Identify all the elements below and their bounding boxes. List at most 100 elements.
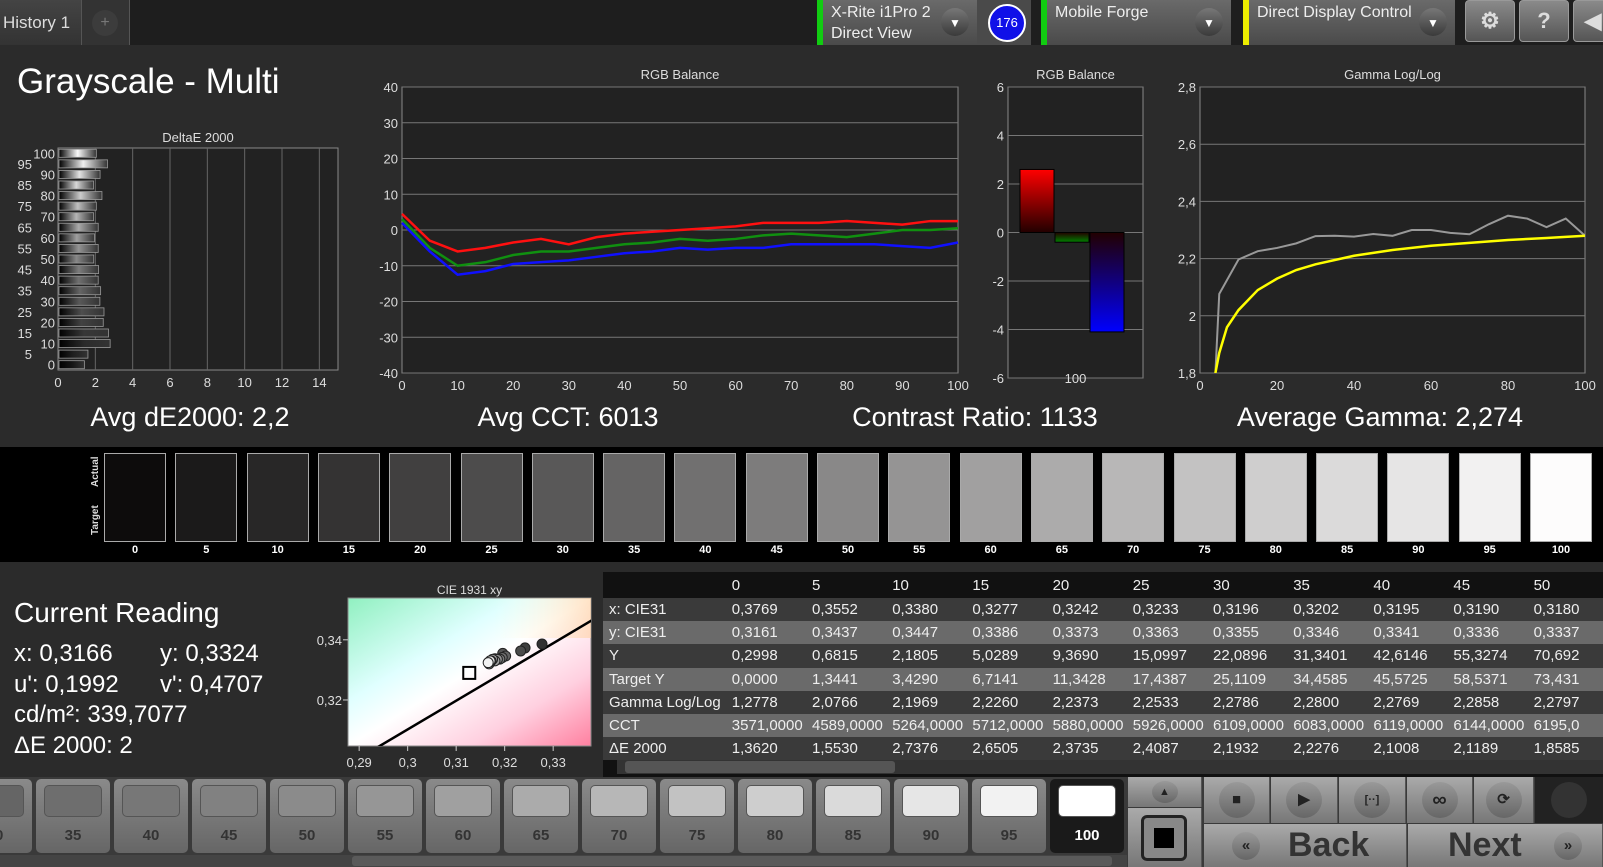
- play-button[interactable]: ▶: [1271, 777, 1338, 823]
- patch-preview: [122, 785, 180, 817]
- scrollbar-thumb[interactable]: [625, 761, 895, 773]
- swatch-10[interactable]: [246, 453, 309, 542]
- y-tick-label: 6: [997, 80, 1004, 95]
- patch-tile-70[interactable]: 70: [582, 779, 656, 853]
- next-button[interactable]: Next »: [1408, 824, 1603, 867]
- tab-history-1[interactable]: History 1: [0, 0, 82, 45]
- patch-tile-90[interactable]: 90: [894, 779, 968, 853]
- swatch-20[interactable]: [389, 453, 452, 542]
- swatch-65[interactable]: [1030, 453, 1093, 542]
- collapse-button[interactable]: ◀: [1573, 0, 1603, 42]
- table-cell: 2,1008: [1367, 737, 1448, 761]
- tiles-scrollbar[interactable]: [0, 855, 1127, 867]
- patch-tile-55[interactable]: 55: [348, 779, 422, 853]
- reading-v: v': 0,4707: [160, 671, 264, 698]
- swatch-50[interactable]: [817, 453, 879, 542]
- help-button[interactable]: ?: [1519, 0, 1569, 42]
- display-dropdown[interactable]: Direct Display Control ▼: [1243, 0, 1455, 45]
- green-balance-bar: [1054, 232, 1090, 243]
- generator-dropdown[interactable]: Mobile Forge ▼: [1041, 0, 1231, 45]
- y-tick-label: 35: [18, 284, 32, 299]
- patch-tile-95[interactable]: 95: [972, 779, 1046, 853]
- scrollbar-thumb[interactable]: [352, 856, 1112, 866]
- swatch-100[interactable]: [1530, 453, 1592, 542]
- swatch-label: 45: [770, 544, 783, 556]
- table-cell: 0,3195: [1367, 598, 1448, 622]
- deltae-bar: [58, 296, 101, 306]
- swatch-70[interactable]: [1102, 453, 1165, 542]
- patch-label: 60: [454, 827, 472, 844]
- y-tick-label: 50: [41, 252, 55, 267]
- table-cell: 0,3341: [1367, 621, 1448, 645]
- stop-button[interactable]: ■: [1204, 777, 1270, 823]
- swatch-55[interactable]: [888, 453, 951, 542]
- refresh-button[interactable]: ⟳: [1474, 777, 1534, 823]
- patch-tile-100[interactable]: 100: [1050, 779, 1124, 853]
- continuous-button[interactable]: ∞: [1407, 777, 1473, 823]
- patch-tile-40[interactable]: 40: [114, 779, 188, 853]
- table-cell: 4589,0000: [805, 713, 887, 738]
- stop-measure-button[interactable]: [1128, 808, 1202, 867]
- swatch-80[interactable]: [1244, 453, 1307, 542]
- bracket-icon: [··]: [1354, 782, 1390, 818]
- table-scrollbar[interactable]: [617, 760, 1603, 774]
- swatch-25[interactable]: [460, 453, 523, 542]
- swatch-30[interactable]: [531, 453, 594, 542]
- x-tick-label: 0,31: [444, 755, 469, 770]
- table-cell: 2,1805: [886, 644, 967, 668]
- avg-de-stat: Avg dE2000: 2,2: [90, 402, 290, 432]
- patch-tile-45[interactable]: 45: [192, 779, 266, 853]
- table-cell: 2,2373: [1046, 690, 1127, 714]
- y-tick-label: 10: [41, 337, 55, 352]
- column-header: 5: [805, 572, 887, 598]
- swatch-85[interactable]: [1316, 453, 1379, 542]
- swatch-45[interactable]: [745, 453, 808, 542]
- swatch-35[interactable]: [603, 453, 666, 542]
- patch-tile-85[interactable]: 85: [816, 779, 890, 853]
- swatch-75[interactable]: [1173, 453, 1236, 542]
- patch-tile-65[interactable]: 65: [504, 779, 578, 853]
- swatch-15[interactable]: [317, 453, 380, 542]
- swatch-40[interactable]: [674, 453, 737, 542]
- triangle-up-icon: ▲: [1151, 781, 1178, 803]
- patch-tile-75[interactable]: 75: [660, 779, 734, 853]
- y-tick-label: 2: [997, 177, 1004, 192]
- settings-button[interactable]: ⚙: [1465, 0, 1515, 42]
- add-tab-button[interactable]: +: [82, 0, 130, 45]
- back-button[interactable]: « Back: [1204, 824, 1407, 867]
- swatch-95[interactable]: [1458, 453, 1521, 542]
- measure-range-button[interactable]: [··]: [1339, 777, 1406, 823]
- column-header: 30: [1207, 572, 1288, 598]
- table-row: Gamma Log/Log 1,2778 2,0766 2,1969 2,2260 2,2…: [603, 690, 1603, 714]
- swatch-0[interactable]: [104, 453, 166, 542]
- table-cell: 0,3202: [1287, 598, 1368, 622]
- patch-tile-80[interactable]: 80: [738, 779, 812, 853]
- y-tick-label: -20: [379, 295, 398, 310]
- patch-tile-50[interactable]: 50: [270, 779, 344, 853]
- reading-u: u': 0,1992: [14, 671, 119, 698]
- table-cell: 2,2800: [1287, 690, 1368, 714]
- table-cell: 6195,0: [1527, 713, 1603, 738]
- patch-tile-60[interactable]: 60: [426, 779, 500, 853]
- x-tick-label: 40: [1347, 378, 1361, 393]
- measurement-point: [482, 657, 494, 669]
- swatch-90[interactable]: [1387, 453, 1450, 542]
- deltae-bar: [58, 244, 99, 253]
- swatch-5[interactable]: [175, 453, 238, 542]
- patch-tile-30[interactable]: 30: [0, 779, 32, 853]
- patch-label: 90: [922, 827, 940, 844]
- table-cell: 0,3386: [966, 621, 1047, 645]
- meter-dropdown[interactable]: X-Rite i1Pro 2 Direct View ▼: [817, 0, 977, 45]
- swatch-label: 30: [556, 544, 569, 556]
- x-tick-label: 0: [398, 378, 405, 393]
- scroll-up-button[interactable]: ▲: [1128, 777, 1202, 807]
- chevron-left-icon: ◀: [1584, 8, 1602, 33]
- table-cell: 15,0997: [1126, 644, 1207, 668]
- gamma-plot-area: [1199, 86, 1586, 374]
- patch-tile-35[interactable]: 35: [36, 779, 110, 853]
- deltae-bar: [58, 339, 111, 348]
- swatch-60[interactable]: [959, 453, 1022, 542]
- row-label: Gamma Log/Log: [603, 690, 726, 714]
- y-tick-label: -10: [379, 259, 398, 274]
- back-label: Back: [1288, 826, 1370, 864]
